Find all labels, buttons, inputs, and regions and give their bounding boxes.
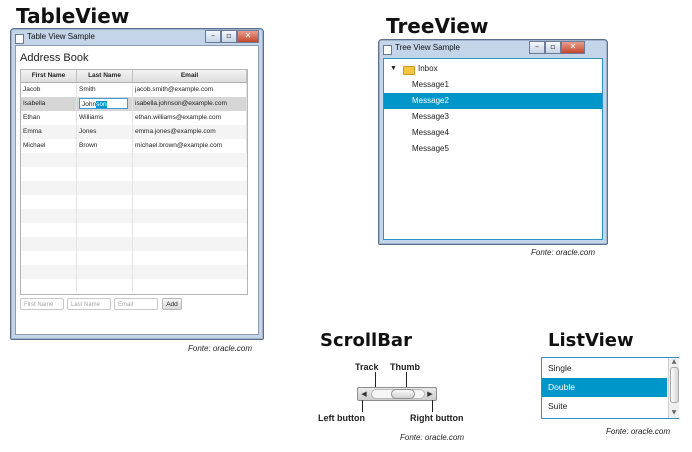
right-button-label: Right button <box>410 413 464 423</box>
source-caption: Fonte: oracle.com <box>400 433 465 442</box>
table-header: First Name Last Name Email <box>21 70 247 83</box>
column-header-email[interactable]: Email <box>133 70 247 82</box>
tree-root-inbox[interactable]: ▼ Inbox <box>384 61 602 77</box>
track-label: Track <box>355 362 379 372</box>
cell-edit-field[interactable]: Johnson <box>79 98 128 109</box>
empty-row <box>21 265 247 279</box>
title-bar: Tree View Sample – ▫ ✕ <box>379 40 607 58</box>
tree-item-label: Message5 <box>412 144 449 153</box>
empty-row <box>21 181 247 195</box>
window-title: Table View Sample <box>27 32 95 41</box>
cell-last-name[interactable]: Brown <box>77 139 133 153</box>
empty-row <box>21 153 247 167</box>
left-button-pointer-line <box>362 400 363 412</box>
tableview-heading: TableView <box>16 4 130 28</box>
cell-first-name[interactable]: Ethan <box>21 111 77 125</box>
tree-item[interactable]: Message5 <box>384 141 602 157</box>
cell-email[interactable]: isabella.johnson@example.com <box>133 97 247 111</box>
edit-text-selection: son <box>96 101 107 108</box>
close-button[interactable]: ✕ <box>237 30 259 43</box>
app-icon <box>15 34 24 44</box>
table-view-window: Table View Sample – ▫ ✕ Address Book Fir… <box>10 28 264 340</box>
list-view[interactable]: Single Double Suite ▲ ▼ <box>541 357 679 419</box>
scrollbar-heading: ScrollBar <box>320 330 412 351</box>
tree-item-selected[interactable]: Message2 <box>384 93 602 109</box>
tree-item[interactable]: Message4 <box>384 125 602 141</box>
tree-item[interactable]: Message3 <box>384 109 602 125</box>
cell-last-name-editing[interactable]: Johnson <box>77 97 133 111</box>
folder-icon <box>403 66 415 75</box>
empty-row <box>21 237 247 251</box>
scrollbar-thumb[interactable] <box>391 389 415 399</box>
cell-last-name[interactable]: Jones <box>77 125 133 139</box>
right-arrow-icon[interactable]: ▶ <box>425 389 435 399</box>
source-caption: Fonte: oracle.com <box>188 344 253 353</box>
tree-view[interactable]: ▼ Inbox Message1 Message2 Message3 Messa… <box>383 58 603 240</box>
cell-first-name[interactable]: Jacob <box>21 83 77 97</box>
cell-email[interactable]: michael.brown@example.com <box>133 139 247 153</box>
address-book-label: Address Book <box>20 52 89 64</box>
cell-email[interactable]: ethan.williams@example.com <box>133 111 247 125</box>
last-name-input[interactable]: Last Name <box>67 298 111 310</box>
tree-item-label: Message4 <box>412 128 449 137</box>
cell-first-name[interactable]: Isabella <box>21 97 77 111</box>
tree-item[interactable]: Message1 <box>384 77 602 93</box>
list-item[interactable]: Suite <box>542 397 667 416</box>
cell-email[interactable]: emma.jones@example.com <box>133 125 247 139</box>
edit-text: John <box>82 101 97 108</box>
cell-first-name[interactable]: Emma <box>21 125 77 139</box>
expand-arrow-icon[interactable]: ▼ <box>390 61 397 77</box>
list-item[interactable]: Single <box>542 359 667 378</box>
window-title: Tree View Sample <box>395 43 460 52</box>
table-row[interactable]: Ethan Williams ethan.williams@example.co… <box>21 111 247 125</box>
empty-row <box>21 279 247 293</box>
source-caption: Fonte: oracle.com <box>606 427 671 436</box>
scrollbar[interactable]: ◀ ▶ <box>357 387 437 401</box>
list-item-selected[interactable]: Double <box>542 378 667 397</box>
empty-row <box>21 223 247 237</box>
list-scrollbar-thumb[interactable] <box>670 367 679 403</box>
column-header-first-name[interactable]: First Name <box>21 70 77 82</box>
minimize-button[interactable]: – <box>529 41 545 54</box>
cell-last-name[interactable]: Williams <box>77 111 133 125</box>
minimize-button[interactable]: – <box>205 30 221 43</box>
source-caption: Fonte: oracle.com <box>531 248 596 257</box>
table-row[interactable]: Jacob Smith jacob.smith@example.com <box>21 83 247 97</box>
empty-row <box>21 209 247 223</box>
table-row[interactable]: Michael Brown michael.brown@example.com <box>21 139 247 153</box>
table-row-selected[interactable]: Isabella Johnson isabella.johnson@exampl… <box>21 97 247 111</box>
tree-item-label: Message1 <box>412 80 449 89</box>
tree-item-label: Message2 <box>412 96 449 105</box>
empty-row <box>21 195 247 209</box>
address-table[interactable]: First Name Last Name Email Jacob Smith j… <box>20 69 248 295</box>
tree-root-label: Inbox <box>418 64 438 73</box>
listview-heading: ListView <box>548 330 634 351</box>
empty-row <box>21 251 247 265</box>
list-scrollbar[interactable]: ▲ ▼ <box>668 358 679 418</box>
treeview-heading: TreeView <box>386 14 489 38</box>
empty-row <box>21 167 247 181</box>
scroll-up-icon[interactable]: ▲ <box>669 358 679 366</box>
first-name-input[interactable]: First Name <box>20 298 64 310</box>
table-row[interactable]: Emma Jones emma.jones@example.com <box>21 125 247 139</box>
app-icon <box>383 45 392 55</box>
right-button-pointer-line <box>432 400 433 412</box>
cell-email[interactable]: jacob.smith@example.com <box>133 83 247 97</box>
cell-last-name[interactable]: Smith <box>77 83 133 97</box>
window-content: Address Book First Name Last Name Email … <box>15 45 259 335</box>
maximize-button[interactable]: ▫ <box>545 41 561 54</box>
thumb-label: Thumb <box>390 362 420 372</box>
maximize-button[interactable]: ▫ <box>221 30 237 43</box>
close-button[interactable]: ✕ <box>561 41 585 54</box>
left-arrow-icon[interactable]: ◀ <box>359 389 369 399</box>
left-button-label: Left button <box>318 413 365 423</box>
add-button[interactable]: Add <box>162 298 182 310</box>
scroll-down-icon[interactable]: ▼ <box>669 409 679 417</box>
cell-first-name[interactable]: Michael <box>21 139 77 153</box>
email-input[interactable]: Email <box>114 298 158 310</box>
tree-item-label: Message3 <box>412 112 449 121</box>
column-header-last-name[interactable]: Last Name <box>77 70 133 82</box>
tree-view-window: Tree View Sample – ▫ ✕ ▼ Inbox Message1 … <box>378 39 608 245</box>
